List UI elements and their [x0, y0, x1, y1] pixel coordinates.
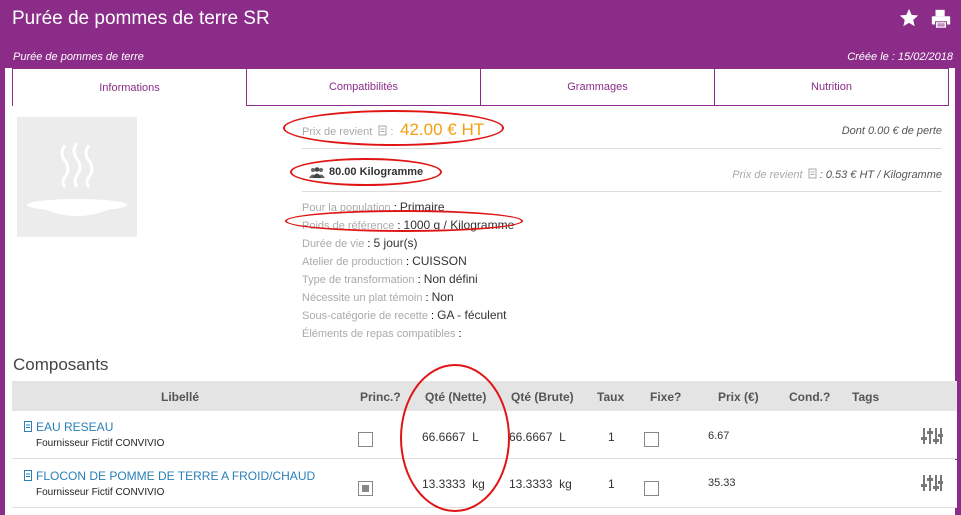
property-poids: Poids de référence : 1000 g / Kilogramme	[302, 218, 515, 232]
unit-cost: Prix de revient : 0.53 € HT / Kilogramme	[732, 168, 942, 181]
document-icon	[378, 125, 387, 136]
recipe-subtitle: Purée de pommes de terre	[13, 51, 144, 63]
col-libelle[interactable]: Libellé	[161, 390, 199, 404]
people-icon	[309, 166, 325, 178]
prix-value: 35.33	[708, 477, 736, 489]
property-plat-temoin: Nécessite un plat témoin : Non	[302, 290, 454, 304]
recipe-image-placeholder	[17, 117, 137, 237]
property-duree: Durée de vie : 5 jour(s)	[302, 236, 418, 250]
print-icon[interactable]	[930, 8, 952, 30]
table-row: EAU RESEAU Fournisseur Fictif CONVIVIO 6…	[12, 411, 957, 459]
supplier-name: Fournisseur Fictif CONVIVIO	[36, 438, 165, 449]
col-princ[interactable]: Princ.?	[360, 390, 401, 404]
tab-nutrition[interactable]: Nutrition	[714, 68, 949, 106]
col-tags[interactable]: Tags	[852, 390, 879, 404]
property-sous-categorie: Sous-catégorie de recette : GA - féculen…	[302, 308, 507, 322]
qte-nette-value: 66.6667	[422, 430, 466, 444]
tab-grammages[interactable]: Grammages	[480, 68, 715, 106]
qte-brute-value: 13.3333	[509, 477, 553, 491]
col-fixe[interactable]: Fixe?	[650, 390, 681, 404]
qte-brute-value: 66.6667	[509, 430, 553, 444]
cost-row: Prix de revient : 42.00 € HT Dont 0.00 €…	[302, 115, 942, 145]
composants-title: Composants	[13, 355, 109, 374]
tab-compatibilites[interactable]: Compatibilités	[246, 68, 481, 106]
divider	[302, 148, 942, 149]
sliders-icon[interactable]	[921, 425, 943, 447]
col-cond[interactable]: Cond.?	[789, 390, 830, 404]
property-atelier: Atelier de production : CUISSON	[302, 254, 467, 268]
star-icon[interactable]	[898, 7, 920, 29]
product-link[interactable]: EAU RESEAU	[36, 420, 113, 434]
recipe-properties: Pour la population : Primaire Poids de r…	[302, 199, 514, 343]
page-title: Purée de pommes de terre SR	[12, 8, 270, 29]
col-taux[interactable]: Taux	[597, 390, 624, 404]
cost-label: Prix de revient :	[302, 125, 394, 138]
fixe-checkbox[interactable]	[644, 481, 659, 496]
col-qte-nette[interactable]: Qté (Nette)	[425, 390, 486, 404]
created-date: Créée le : 15/02/2018	[847, 51, 953, 63]
qte-nette-value: 13.3333	[422, 477, 466, 491]
steaming-plate-icon	[27, 142, 127, 216]
document-icon	[24, 470, 32, 481]
document-icon	[24, 421, 32, 432]
left-border	[0, 68, 5, 515]
table-row: FLOCON DE POMME DE TERRE A FROID/CHAUD F…	[12, 460, 957, 508]
taux-value: 1	[608, 430, 615, 444]
perte-value: Dont 0.00 € de perte	[841, 125, 942, 137]
princ-checkbox[interactable]	[358, 432, 373, 447]
princ-checkbox[interactable]	[358, 481, 373, 496]
property-population: Pour la population : Primaire	[302, 200, 445, 214]
tab-bar: Informations Compatibilités Grammages Nu…	[12, 68, 949, 106]
document-icon	[808, 168, 817, 179]
property-transformation: Type de transformation : Non défini	[302, 272, 478, 286]
property-elements-repas: Éléments de repas compatibles :	[302, 328, 462, 340]
table-header: Libellé Princ.? Qté (Nette) Qté (Brute) …	[12, 381, 957, 411]
quantity-row: 80.00 Kilogramme	[309, 166, 423, 178]
col-qte-brute[interactable]: Qté (Brute)	[511, 390, 574, 404]
cost-value: 42.00 € HT	[400, 120, 485, 139]
divider	[302, 191, 942, 192]
col-prix[interactable]: Prix (€)	[718, 390, 759, 404]
recipe-page: Purée de pommes de terre SR Purée de pom…	[0, 0, 961, 515]
product-link[interactable]: FLOCON DE POMME DE TERRE A FROID/CHAUD	[36, 469, 315, 483]
prix-value: 6.67	[708, 430, 730, 442]
taux-value: 1	[608, 477, 615, 491]
fixe-checkbox[interactable]	[644, 432, 659, 447]
supplier-name: Fournisseur Fictif CONVIVIO	[36, 487, 165, 498]
header-bar: Purée de pommes de terre SR Purée de pom…	[0, 0, 961, 68]
tab-informations[interactable]: Informations	[12, 68, 247, 106]
sliders-icon[interactable]	[921, 472, 943, 494]
quantity-value: 80.00 Kilogramme	[329, 166, 424, 178]
